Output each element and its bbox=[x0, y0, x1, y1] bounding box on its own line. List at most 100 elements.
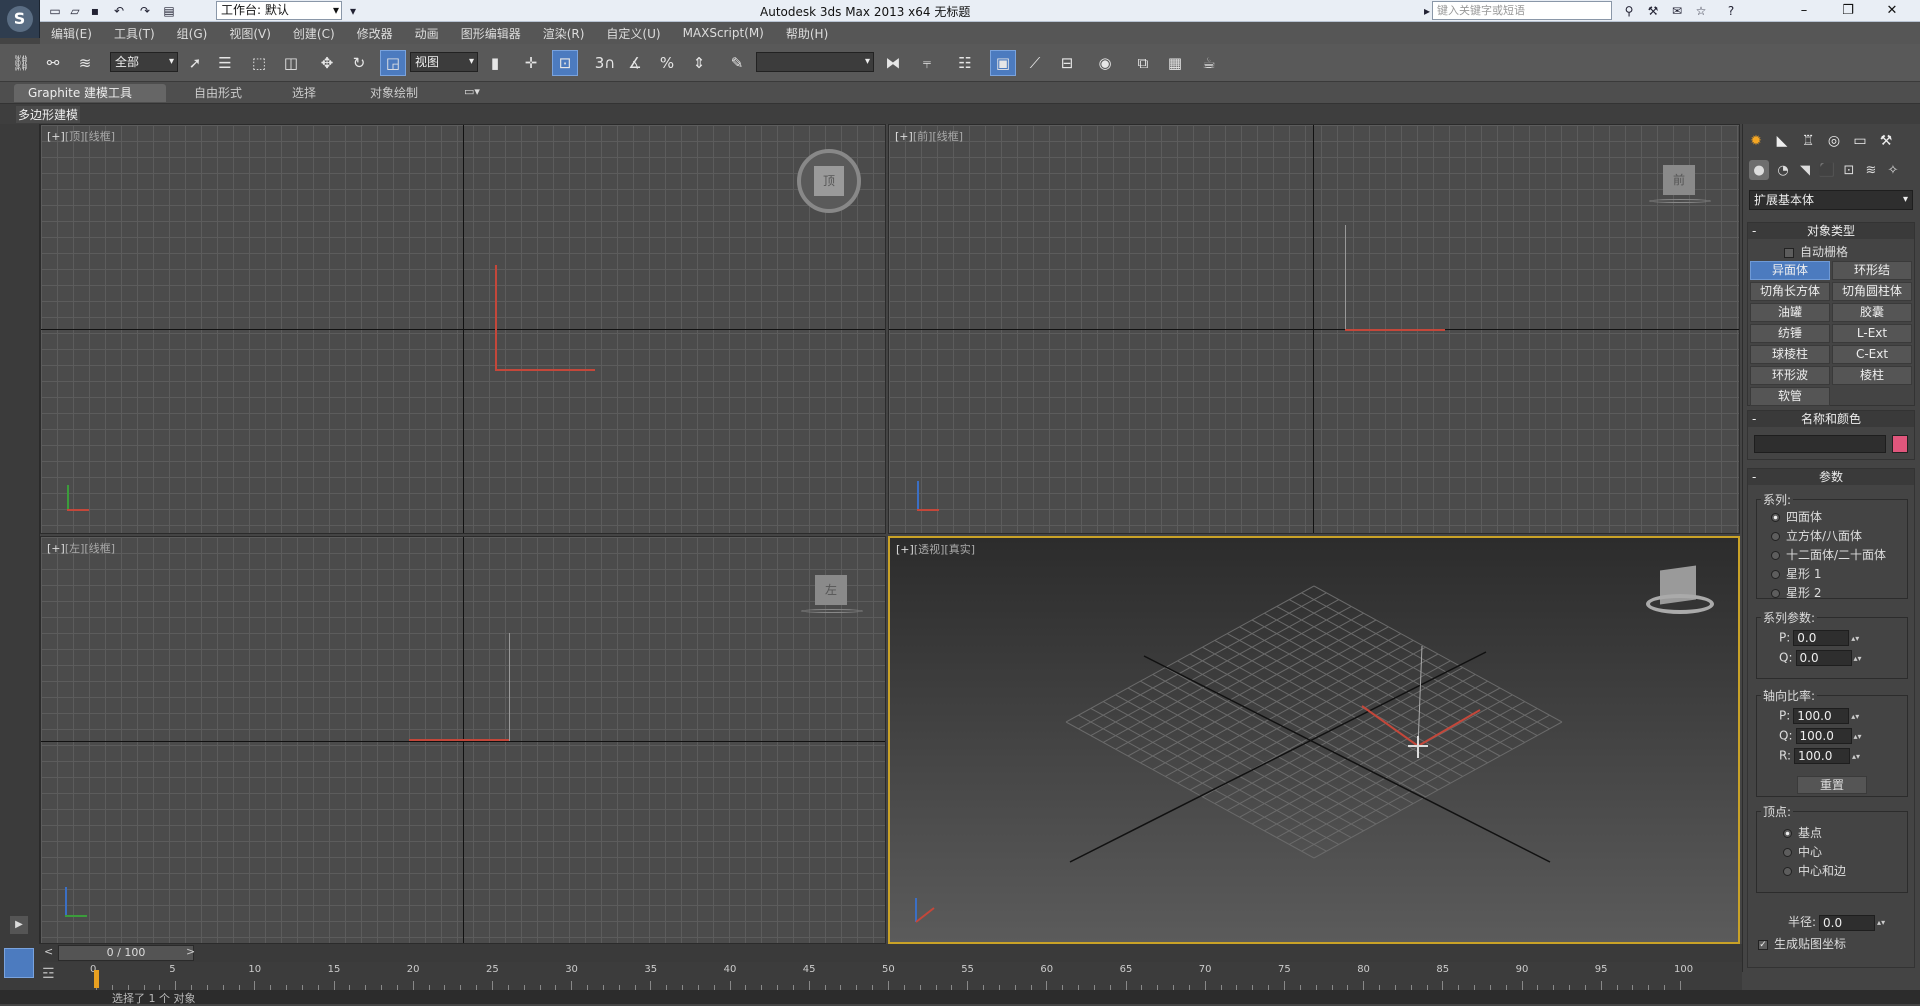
menu-item[interactable]: 工具(T) bbox=[103, 25, 166, 42]
link-icon[interactable]: ⛓ bbox=[8, 50, 34, 76]
spinner-arrows-icon[interactable]: ▴▾ bbox=[1852, 752, 1860, 761]
reset-button[interactable]: 重置 bbox=[1797, 776, 1867, 794]
tab-object-paint[interactable]: 对象绘制 bbox=[356, 84, 432, 102]
radius-spinner[interactable]: 半径: 0.0 ▴▾ bbox=[1788, 913, 1885, 931]
edit-named-sets-icon[interactable]: ✎ bbox=[724, 50, 750, 76]
render-teapot-icon[interactable]: ☕ bbox=[1196, 50, 1222, 76]
viewport-plus-menu[interactable]: [+] bbox=[47, 542, 65, 555]
spinner-arrows-icon[interactable]: ▴▾ bbox=[1854, 654, 1862, 663]
menu-item[interactable]: 帮助(H) bbox=[775, 25, 839, 42]
graphite-toggle-icon[interactable]: ▣ bbox=[990, 50, 1016, 76]
selection-filter-dropdown[interactable]: 全部 ▾ bbox=[110, 52, 178, 72]
workspace-dropdown[interactable]: 工作台: 默认 ▾ bbox=[216, 1, 342, 20]
param-spinner[interactable]: Q: 100.0 ▴▾ bbox=[1779, 728, 1862, 744]
viewport-view-name[interactable]: [左] bbox=[65, 542, 85, 555]
geometry-icon[interactable]: ● bbox=[1749, 160, 1769, 180]
help-icon[interactable]: ? bbox=[1722, 2, 1740, 20]
bind-spacewarp-icon[interactable]: ≋ bbox=[72, 50, 98, 76]
menu-item[interactable]: 创建(C) bbox=[282, 25, 346, 42]
schematic-view-icon[interactable]: ⊟ bbox=[1054, 50, 1080, 76]
hierarchy-tab-icon[interactable]: ♖ bbox=[1797, 130, 1819, 152]
spinner-arrows-icon[interactable]: ▴▾ bbox=[1877, 918, 1885, 927]
menu-item[interactable]: 图形编辑器 bbox=[450, 25, 532, 42]
viewport-layout-icon[interactable] bbox=[0, 944, 40, 990]
object-type-button[interactable]: 球棱柱 bbox=[1750, 345, 1830, 364]
viewport-perspective[interactable]: [+][透视][真实] bbox=[888, 536, 1740, 944]
vertex-radio[interactable]: 中心 bbox=[1783, 843, 1822, 860]
viewport-left[interactable]: [+][左][线框] 左 bbox=[40, 536, 886, 944]
reference-coord-dropdown[interactable]: 视图 ▾ bbox=[410, 52, 478, 72]
object-type-button[interactable]: 软管 bbox=[1750, 387, 1830, 406]
unlink-icon[interactable]: ⚯ bbox=[40, 50, 66, 76]
viewport-label[interactable]: [+][前][线框] bbox=[895, 128, 963, 144]
angle-snap-icon[interactable]: ∡ bbox=[622, 50, 648, 76]
subscription-icon[interactable]: ⚒ bbox=[1644, 2, 1662, 20]
spinner-arrows-icon[interactable]: ▴▾ bbox=[1854, 732, 1862, 741]
param-spinner[interactable]: P: 100.0 ▴▾ bbox=[1779, 708, 1859, 724]
param-spinner[interactable]: R: 100.0 ▴▾ bbox=[1779, 748, 1860, 764]
minimize-button[interactable]: – bbox=[1782, 0, 1826, 22]
window-crossing-icon[interactable]: ◫ bbox=[278, 50, 304, 76]
tab-graphite[interactable]: Graphite 建模工具 bbox=[14, 84, 166, 102]
poly-modeling-label[interactable]: 多边形建模 bbox=[16, 106, 81, 123]
redo-icon[interactable]: ↷ bbox=[136, 2, 154, 20]
display-tab-icon[interactable]: ▭ bbox=[1849, 130, 1871, 152]
object-type-button[interactable]: 环形波 bbox=[1750, 366, 1830, 385]
viewport-plus-menu[interactable]: [+] bbox=[895, 130, 913, 143]
pivot-center-icon[interactable]: ▮ bbox=[482, 50, 508, 76]
play-expand-icon[interactable]: ▶ bbox=[10, 916, 28, 934]
keyboard-shortcut-toggle-icon[interactable]: ⊡ bbox=[552, 50, 578, 76]
param-spinner[interactable]: Q: 0.0 ▴▾ bbox=[1779, 650, 1862, 666]
shapes-icon[interactable]: ◔ bbox=[1773, 160, 1793, 180]
vertex-radio[interactable]: 基点 bbox=[1783, 824, 1822, 841]
vertex-radio[interactable]: 中心和边 bbox=[1783, 862, 1846, 879]
search-input[interactable]: 键入关键字或短语 bbox=[1432, 1, 1612, 20]
time-slider[interactable]: < 0 / 100 > bbox=[40, 944, 1742, 962]
tab-selection[interactable]: 选择 bbox=[278, 84, 330, 102]
modify-tab-icon[interactable]: ◣ bbox=[1771, 130, 1793, 152]
viewcube[interactable]: 顶 bbox=[797, 149, 861, 213]
spacewarps-icon[interactable]: ≋ bbox=[1861, 160, 1881, 180]
object-type-button[interactable]: 异面体 bbox=[1750, 261, 1830, 280]
undo-icon[interactable]: ↶ bbox=[110, 2, 128, 20]
curve-editor-icon[interactable]: ⟋ bbox=[1022, 50, 1048, 76]
viewcube-face[interactable]: 顶 bbox=[814, 166, 844, 196]
helpers-icon[interactable]: ⊡ bbox=[1839, 160, 1859, 180]
communication-icon[interactable]: ✉ bbox=[1668, 2, 1686, 20]
percent-snap-icon[interactable]: % bbox=[654, 50, 680, 76]
menu-item[interactable]: 动画 bbox=[404, 25, 450, 42]
object-type-button[interactable]: L-Ext bbox=[1832, 324, 1912, 343]
family-radio[interactable]: 十二面体/二十面体 bbox=[1771, 546, 1886, 563]
rendered-frame-icon[interactable]: ▦ bbox=[1162, 50, 1188, 76]
viewport-shading-mode[interactable]: [线框] bbox=[932, 130, 963, 143]
motion-tab-icon[interactable]: ◎ bbox=[1823, 130, 1845, 152]
viewcube[interactable]: 左 bbox=[815, 575, 847, 605]
move-icon[interactable]: ✥ bbox=[314, 50, 340, 76]
family-radio[interactable]: 立方体/八面体 bbox=[1771, 527, 1862, 544]
viewport-shading-mode[interactable]: [线框] bbox=[84, 130, 115, 143]
utilities-tab-icon[interactable]: ⚒ bbox=[1875, 130, 1897, 152]
viewport-view-name[interactable]: [顶] bbox=[65, 130, 85, 143]
gen-map-coords-checkbox[interactable]: ✓ 生成贴图坐标 bbox=[1758, 935, 1846, 952]
object-type-button[interactable]: 切角圆柱体 bbox=[1832, 282, 1912, 301]
named-selection-dropdown[interactable]: ▾ bbox=[756, 52, 874, 72]
autogrid-checkbox[interactable]: 自动栅格 bbox=[1784, 243, 1848, 260]
create-tab-icon[interactable]: ✹ bbox=[1745, 130, 1767, 152]
menu-item[interactable]: 自定义(U) bbox=[595, 25, 671, 42]
restore-button[interactable]: ❐ bbox=[1826, 0, 1870, 22]
qa-customize-icon[interactable]: ▾ bbox=[344, 2, 362, 20]
object-color-swatch[interactable] bbox=[1892, 435, 1908, 453]
spinner-arrows-icon[interactable]: ▴▾ bbox=[1851, 634, 1859, 643]
layer-manager-icon[interactable]: ☷ bbox=[952, 50, 978, 76]
viewcube[interactable]: 前 bbox=[1663, 165, 1695, 195]
viewport-shading-mode[interactable]: [线框] bbox=[84, 542, 115, 555]
viewport-front[interactable]: [+][前][线框] 前 bbox=[888, 124, 1740, 534]
rect-selection-icon[interactable]: ⬚ bbox=[246, 50, 272, 76]
viewport-label[interactable]: [+][顶][线框] bbox=[47, 128, 115, 144]
app-menu-button[interactable]: S bbox=[0, 0, 40, 38]
lights-icon[interactable]: ◥ bbox=[1795, 160, 1815, 180]
name-color-header[interactable]: - 名称和颜色 bbox=[1748, 411, 1914, 427]
menu-item[interactable]: 组(G) bbox=[166, 25, 219, 42]
object-type-button[interactable]: 切角长方体 bbox=[1750, 282, 1830, 301]
viewport-plus-menu[interactable]: [+] bbox=[47, 130, 65, 143]
